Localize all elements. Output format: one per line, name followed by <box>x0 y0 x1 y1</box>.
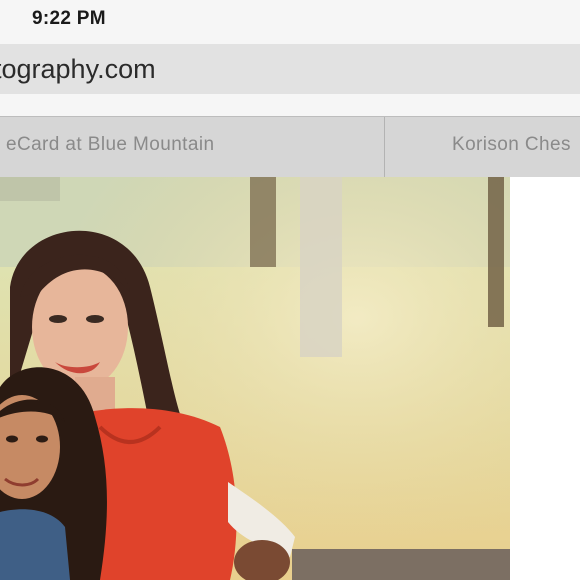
address-field[interactable]: tography.com <box>0 44 580 94</box>
status-time: 9:22 PM <box>32 8 106 29</box>
url-text: tography.com <box>0 54 156 84</box>
status-bar: 9:22 PM <box>0 0 580 40</box>
family-photo <box>0 177 510 580</box>
tab-blue-mountain[interactable]: eCard at Blue Mountain <box>0 117 385 177</box>
page-content <box>0 177 580 580</box>
photo-illustration <box>0 177 510 580</box>
tab-bar: eCard at Blue Mountain Korison Ches <box>0 116 580 178</box>
tab-label: eCard at Blue Mountain <box>6 134 215 155</box>
tab-korison[interactable]: Korison Ches <box>386 117 580 177</box>
address-bar-area: tography.com <box>0 40 580 116</box>
tab-label: Korison Ches <box>452 134 571 155</box>
